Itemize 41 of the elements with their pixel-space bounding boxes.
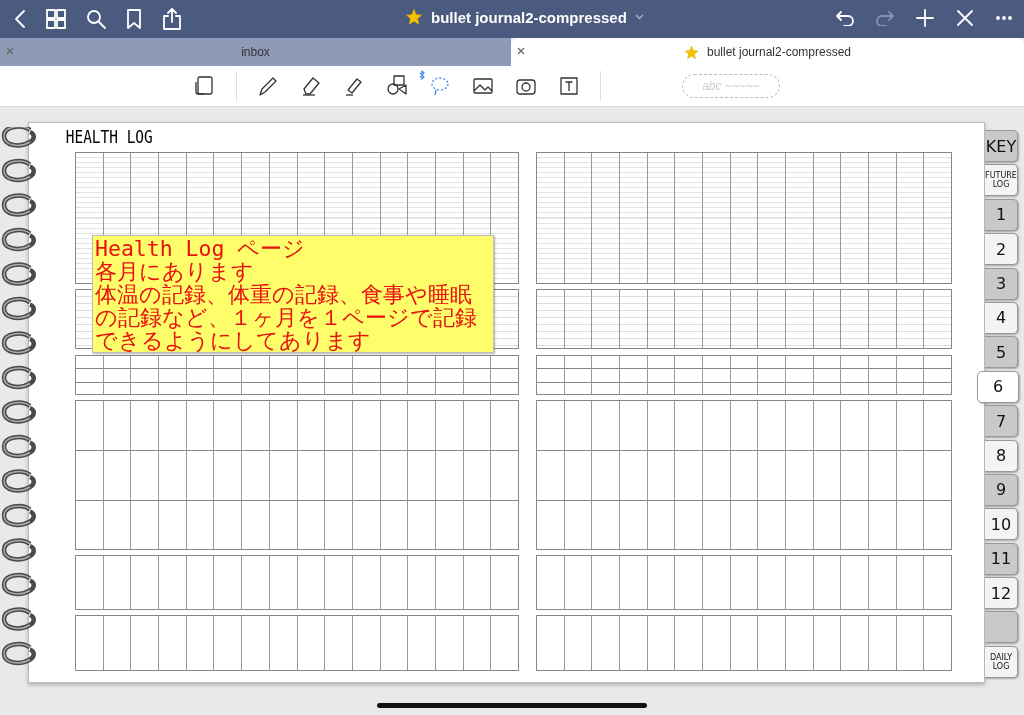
note-line: できるようにしてあります (95, 329, 372, 352)
section-tab[interactable]: 3 (985, 267, 1018, 300)
section-tab[interactable]: 2 (985, 233, 1018, 266)
chevron-icon[interactable] (634, 14, 644, 20)
section-tab[interactable]: 4 (985, 301, 1018, 334)
document-title[interactable]: bullet journal2-compressed (431, 8, 627, 26)
section-tab[interactable]: DAILY LOG (985, 645, 1018, 678)
section-tab[interactable]: 6 (977, 370, 1019, 403)
section-tab[interactable]: 8 (985, 439, 1018, 472)
text-box-tool[interactable] (557, 74, 581, 98)
section-tab[interactable]: 5 (985, 336, 1018, 369)
section-tab[interactable]: 1 (985, 198, 1018, 231)
note-line: の記録など、１ヶ月を１ページで記録 (95, 306, 478, 329)
back-icon[interactable] (14, 9, 26, 29)
star-icon (405, 8, 423, 26)
section-tab[interactable]: 9 (985, 473, 1018, 506)
plus-icon[interactable] (916, 9, 934, 27)
page-title: HEALTH LOG (64, 127, 154, 149)
sticky-note[interactable]: Health Log ページ 各月にあります 体温の記録、体重の記録、食事や睡眠 の記録など、１ヶ月を１ページで記録 できるようにしてあります (92, 235, 494, 353)
lasso-tool[interactable] (428, 74, 452, 98)
section-tab[interactable]: 7 (985, 405, 1018, 438)
document-tab[interactable]: inbox (0, 38, 511, 66)
section-tab[interactable]: KEY (985, 130, 1018, 162)
note-line: 体温の記録、体重の記録、食事や睡眠 (95, 283, 473, 306)
close-icon[interactable] (517, 47, 525, 55)
share-icon[interactable] (162, 8, 182, 30)
star-icon (683, 44, 699, 60)
more-icon[interactable] (996, 16, 1012, 20)
note-line: 各月にあります (95, 260, 255, 283)
section-tab[interactable]: 10 (985, 508, 1018, 541)
search-icon[interactable] (86, 9, 106, 29)
bookmark-icon[interactable] (126, 9, 142, 29)
section-tab[interactable]: 11 (985, 542, 1018, 575)
grid-icon[interactable] (46, 9, 66, 29)
shapes-tool[interactable] (385, 74, 409, 98)
undo-icon[interactable] (836, 10, 854, 26)
note-line: Health Log ページ (95, 237, 307, 260)
document-tab[interactable]: bullet journal2-compressed (511, 38, 1024, 66)
section-tab[interactable]: FUTURE LOG (985, 164, 1018, 197)
section-tab[interactable]: 12 (985, 577, 1018, 610)
bluetooth-icon (419, 70, 425, 80)
